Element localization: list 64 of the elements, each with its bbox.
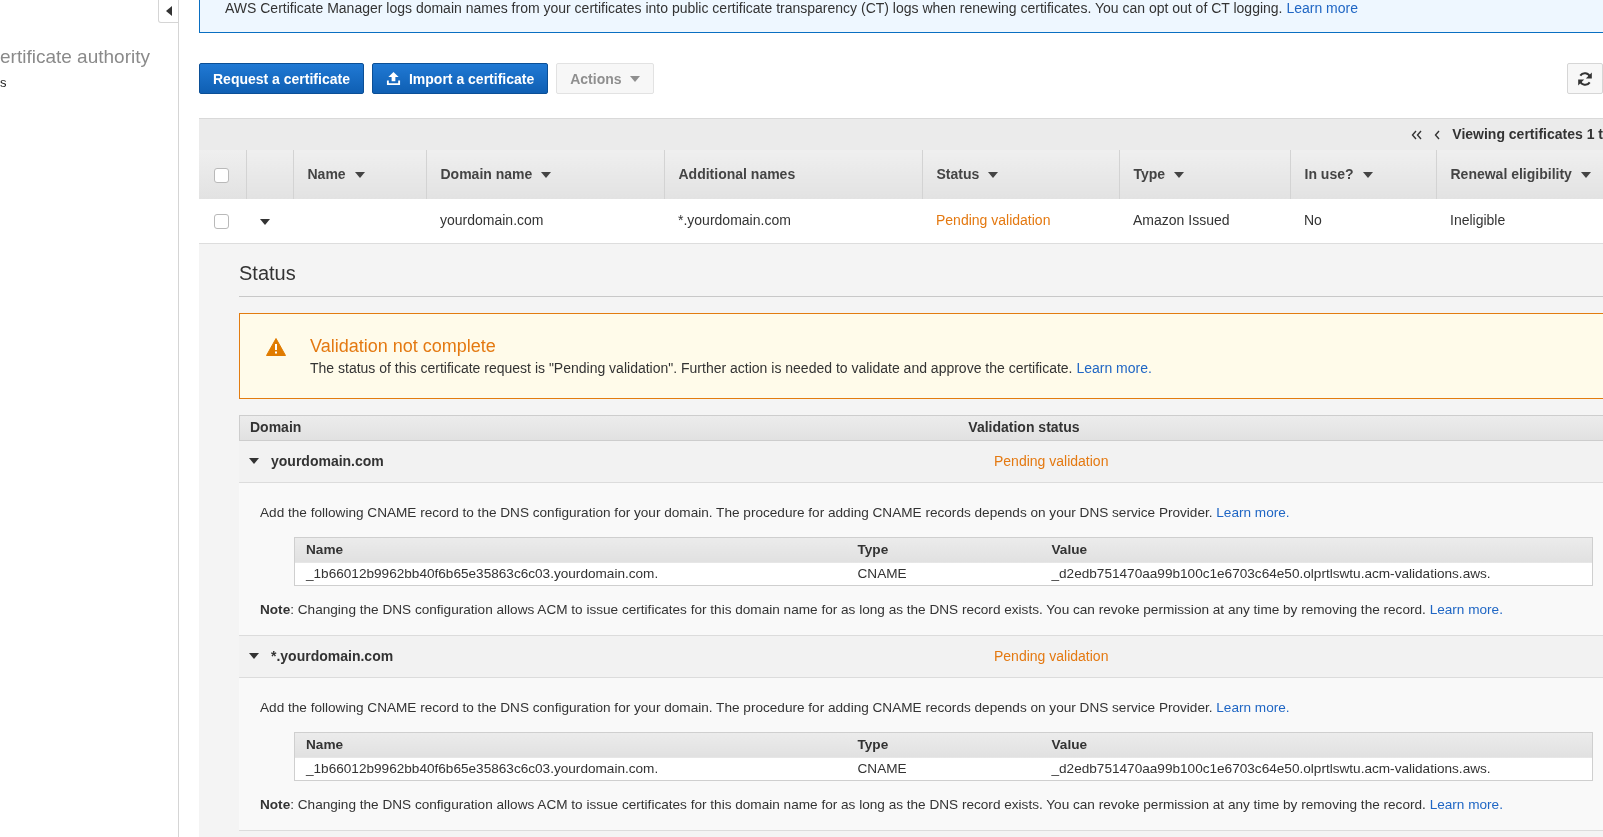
learn-more-link[interactable]: Learn more.: [1429, 601, 1503, 617]
alert-title: Validation not complete: [310, 334, 496, 357]
sidebar-heading: ertificate authority: [0, 46, 150, 68]
column-header: Validation status: [968, 418, 1080, 437]
table-cell: CNAME: [846, 758, 1041, 780]
refresh-button[interactable]: [1567, 63, 1603, 94]
table-cell: No: [1290, 199, 1436, 243]
import-button[interactable]: Import a certificate: [371, 63, 549, 94]
refresh-icon: [1577, 70, 1593, 87]
column-header[interactable]: Domain name: [426, 150, 664, 199]
column-header[interactable]: In use?: [1290, 150, 1436, 199]
instructions-text: Add the following CNAME record to the DNS configuration for your domain. The procedure for adding CNAME records depends on your DNS service Provider. Learn more.: [260, 503, 1290, 522]
warning-icon: [266, 337, 286, 356]
column-header: Value: [1040, 732, 1593, 758]
checkbox[interactable]: [214, 167, 229, 183]
sidebar-link[interactable]: s: [0, 75, 7, 91]
column-header[interactable]: Renewal eligibility: [1436, 150, 1603, 199]
column-header: Domain: [250, 419, 302, 435]
table-cell: _1b66012b9962bb40f6b65e35863c6c03.yourdomain.com.: [294, 563, 847, 585]
request-button[interactable]: Request a certificate: [199, 63, 364, 94]
section-heading: Status: [239, 260, 296, 285]
caret-down-icon: [629, 75, 640, 82]
alert-text: The status of this certificate request is "Pending validation". Further action is needed to validate and approve the certificate. Learn more.: [310, 358, 1152, 377]
column-header: Name: [294, 732, 847, 758]
caret-left-icon: [165, 6, 172, 16]
double-chevron-left-icon[interactable]: [1411, 129, 1423, 140]
caret-down-icon[interactable]: [249, 458, 259, 464]
table-cell: Amazon Issued: [1119, 199, 1290, 243]
domain-name: *.yourdomain.com: [271, 646, 394, 666]
table-cell: Ineligible: [1436, 199, 1603, 243]
table-cell: yourdomain.com: [426, 199, 664, 243]
column-header[interactable]: Name: [293, 150, 426, 199]
note-text: Note: Changing the DNS configuration allows ACM to issue certificates for this domain name for as long as the DNS record exists. You can revoke permission at any time by removing the record. Learn more.: [260, 795, 1503, 814]
checkbox[interactable]: [214, 214, 229, 230]
upload-icon: [385, 71, 401, 86]
status-text: Pending validation: [922, 199, 1119, 243]
column-header: Type: [846, 537, 1041, 563]
column-header: Value: [1040, 537, 1593, 563]
table-cell: *.yourdomain.com: [664, 199, 922, 243]
validation-status: Pending validation: [994, 646, 1109, 666]
instructions-text: Add the following CNAME record to the DNS configuration for your domain. The procedure for adding CNAME records depends on your DNS service Provider. Learn more.: [260, 698, 1290, 717]
collapse-sidebar-button[interactable]: [158, 0, 179, 23]
pagination-text: Viewing certificates 1 t: [1452, 125, 1603, 144]
column-header: Type: [846, 732, 1041, 758]
column-header[interactable]: Status: [922, 150, 1119, 199]
learn-more-link[interactable]: Learn more: [1286, 0, 1358, 16]
caret-down-icon[interactable]: [249, 653, 259, 659]
table-cell: _1b66012b9962bb40f6b65e35863c6c03.yourdomain.com.: [294, 758, 847, 780]
validation-status: Pending validation: [994, 451, 1109, 471]
table-cell: CNAME: [846, 563, 1041, 585]
table-cell: _d2edb751470aa99b100c1e6703c64e50.olprtlswtu.acm-validations.aws.: [1040, 563, 1593, 585]
chevron-left-icon[interactable]: [1434, 129, 1441, 140]
domain-name: yourdomain.com: [271, 451, 384, 471]
column-header: Additional names: [664, 150, 922, 199]
learn-more-link[interactable]: Learn more.: [1076, 359, 1152, 376]
caret-down-icon[interactable]: [260, 218, 270, 225]
learn-more-link[interactable]: Learn more.: [1429, 796, 1503, 812]
table-cell: _d2edb751470aa99b100c1e6703c64e50.olprtlswtu.acm-validations.aws.: [1040, 758, 1593, 780]
column-header[interactable]: Type: [1119, 150, 1290, 199]
note-text: Note: Changing the DNS configuration allows ACM to issue certificates for this domain name for as long as the DNS record exists. You can revoke permission at any time by removing the record. Learn more.: [260, 600, 1503, 619]
learn-more-link[interactable]: Learn more.: [1216, 504, 1290, 520]
banner-text: AWS Certificate Manager logs domain names from your certificates into public certificate transparency (CT) logs when renewing certificates. You can opt out of CT logging. Learn more: [225, 0, 1358, 17]
learn-more-link[interactable]: Learn more.: [1216, 699, 1290, 715]
column-header: Name: [294, 537, 847, 563]
